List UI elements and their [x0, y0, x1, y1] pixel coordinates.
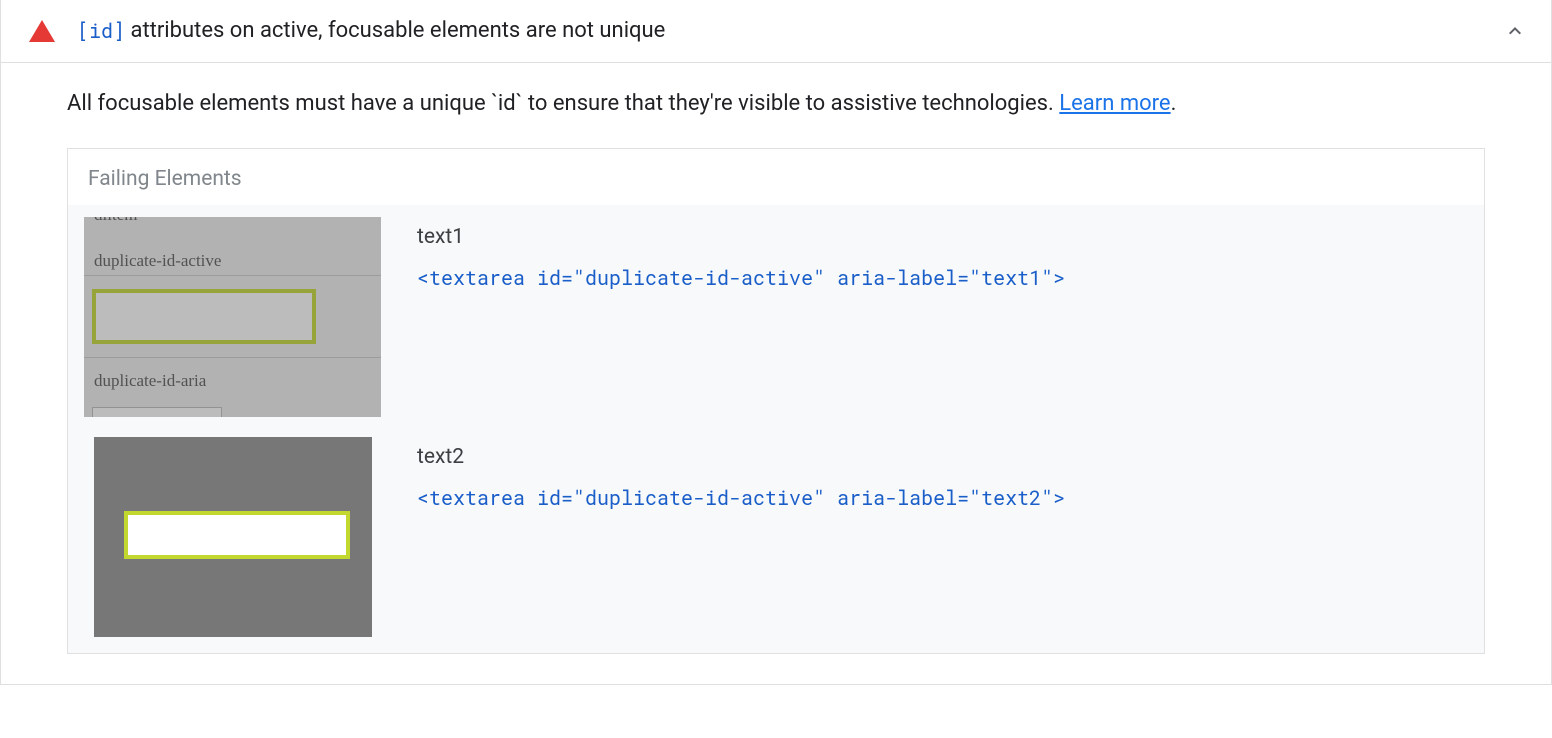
audit-title-text: attributes on active, focusable elements… [125, 18, 665, 43]
failing-elements-panel: Failing Elements dlitem duplicate-id-act… [67, 148, 1485, 654]
audit-body: All focusable elements must have a uniqu… [1, 63, 1551, 684]
audit-title-code: [id] [77, 18, 125, 44]
element-thumbnail[interactable]: dlitem duplicate-id-active duplicate-id-… [84, 217, 381, 417]
failing-element-row: text2 <textarea id="duplicate-id-active"… [84, 437, 1468, 637]
audit-item: [id] attributes on active, focusable ele… [0, 0, 1552, 685]
audit-header[interactable]: [id] attributes on active, focusable ele… [1, 0, 1551, 63]
failing-element-code[interactable]: <textarea id="duplicate-id-active" aria-… [417, 483, 1468, 513]
element-thumbnail[interactable] [84, 437, 381, 637]
desc-period: . [1171, 91, 1177, 116]
failing-element-row: dlitem duplicate-id-active duplicate-id-… [84, 217, 1468, 417]
failing-element-label: text1 [417, 225, 1468, 249]
thumb-label: duplicate-id-active [94, 251, 221, 271]
failing-element-info: text1 <textarea id="duplicate-id-active"… [417, 217, 1468, 293]
failing-elements-header: Failing Elements [68, 149, 1484, 205]
highlighted-element-icon [92, 289, 316, 344]
learn-more-link[interactable]: Learn more [1059, 91, 1170, 116]
thumb-label: dlitem [94, 217, 137, 225]
thumb-label: duplicate-id-aria [94, 371, 206, 391]
failing-element-code[interactable]: <textarea id="duplicate-id-active" aria-… [417, 263, 1468, 293]
highlighted-element-icon [124, 511, 350, 559]
warning-triangle-icon [29, 20, 55, 42]
audit-title: [id] attributes on active, focusable ele… [77, 18, 1503, 44]
failing-element-info: text2 <textarea id="duplicate-id-active"… [417, 437, 1468, 513]
audit-description: All focusable elements must have a uniqu… [67, 89, 1485, 120]
failing-elements-list: dlitem duplicate-id-active duplicate-id-… [68, 205, 1484, 653]
chevron-up-icon[interactable] [1503, 19, 1527, 43]
audit-description-text: All focusable elements must have a uniqu… [67, 91, 1059, 116]
failing-element-label: text2 [417, 445, 1468, 469]
